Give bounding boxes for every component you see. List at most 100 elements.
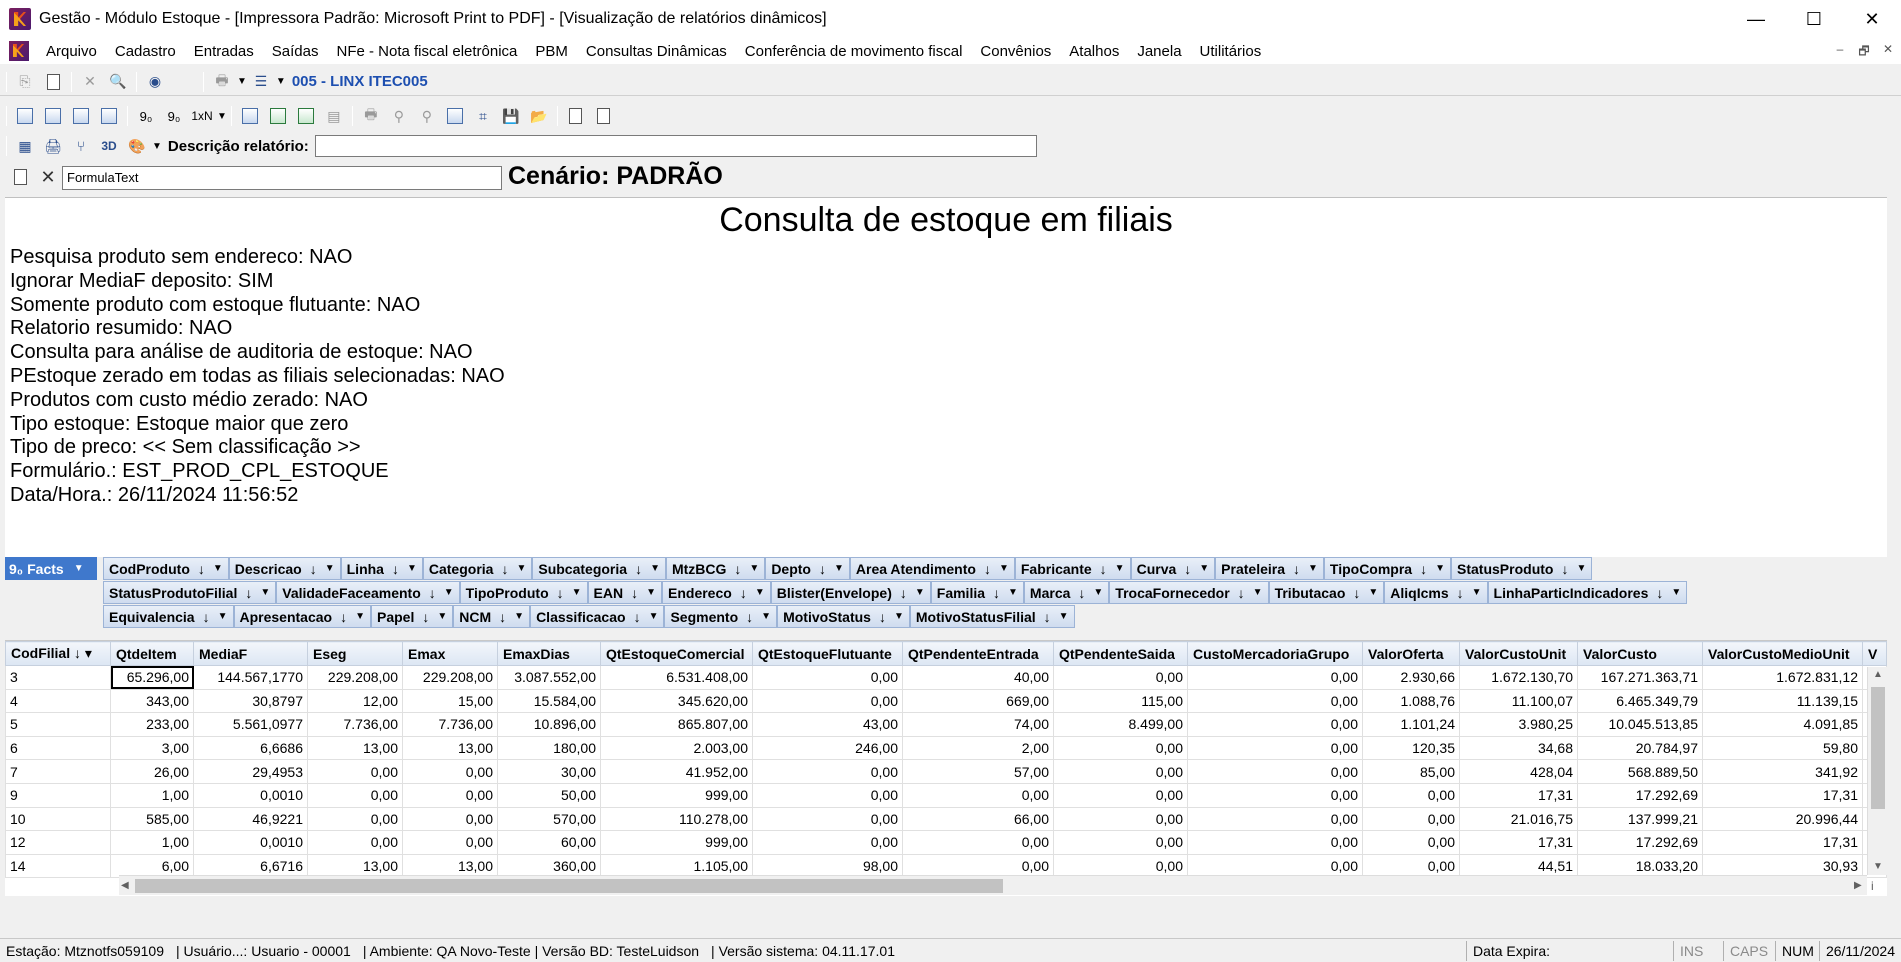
table-cell[interactable]: 0,00 — [1187, 830, 1363, 855]
filter-dropdown-icon[interactable]: ▼ — [1472, 587, 1482, 598]
table-cell[interactable]: 0,00 — [1362, 782, 1460, 808]
refresh-icon[interactable]: ◉ — [144, 71, 166, 93]
sort-arrow-icon[interactable]: ↓ — [993, 585, 1000, 601]
mdi-minimize-button[interactable]: – — [1831, 42, 1849, 63]
table-cell[interactable]: 7.736,00 — [307, 712, 403, 737]
table-cell[interactable]: 2.003,00 — [600, 735, 753, 761]
filter-dropdown-icon[interactable]: ▼ — [572, 587, 582, 598]
pivot-field[interactable]: Classificacao ↓ ▼ — [530, 605, 665, 628]
table-cell[interactable]: 0,00 — [402, 782, 498, 808]
facts-button[interactable]: 9₀ Facts ▼ — [5, 557, 97, 580]
table-cell[interactable]: 0,00 — [752, 806, 903, 832]
table-cell[interactable]: 0,00 — [1362, 806, 1460, 832]
sort-arrow-icon[interactable]: ↓ — [1293, 561, 1300, 577]
new-formula-icon[interactable] — [9, 166, 31, 188]
filter-dropdown-icon[interactable]: ▼ — [437, 611, 447, 622]
codfilial-cell[interactable]: 6 — [5, 735, 111, 761]
table-cell[interactable]: 1.088,76 — [1362, 688, 1460, 714]
tree-icon[interactable]: ⌗ — [472, 105, 494, 127]
filter-dropdown-icon[interactable]: ▼ — [514, 611, 524, 622]
sort-arrow-icon[interactable]: ↓ — [1561, 561, 1568, 577]
table-cell[interactable]: 41.952,00 — [600, 759, 753, 784]
pivot-field[interactable]: TipoProduto ↓ ▼ — [459, 581, 588, 604]
codfilial-cell[interactable]: 3 — [5, 665, 111, 690]
pivot-field[interactable]: Tributacao ↓ ▼ — [1268, 581, 1385, 604]
pivot-field[interactable]: Prateleira ↓ ▼ — [1215, 557, 1324, 580]
filter-clear-icon[interactable]: ⚲ — [416, 105, 438, 127]
column-header[interactable]: EmaxDias — [497, 641, 601, 666]
table-cell[interactable]: 10.045.513,85 — [1577, 712, 1703, 737]
table-row[interactable]: 10 585,00 46,9221 0,00 0,00 570,00 110.278,00 0… — [5, 806, 1887, 832]
table-cell[interactable]: 0,00 — [1187, 712, 1363, 737]
filter-dropdown-icon[interactable]: ▼ — [1435, 563, 1445, 574]
filter-dropdown-icon[interactable]: ▼ — [1253, 587, 1263, 598]
pivot-field[interactable]: Equivalencia ↓ ▼ — [103, 605, 234, 628]
menu-convenios[interactable]: Convênios — [971, 43, 1060, 60]
sort-arrow-icon[interactable]: ↓ — [198, 561, 205, 577]
column-header[interactable]: CustoMercadoriaGrupo — [1187, 641, 1363, 666]
table-cell[interactable]: 0,00 — [902, 782, 1054, 808]
pivot-field[interactable]: Fabricante ↓ ▼ — [1014, 557, 1131, 580]
app-menu-icon[interactable] — [9, 41, 29, 61]
filter-dropdown-icon[interactable]: ▼ — [1008, 587, 1018, 598]
descricao-input[interactable] — [314, 135, 1037, 157]
company-selector[interactable]: 005 - LINX ITEC005 — [292, 73, 428, 90]
table-cell[interactable]: 50,00 — [497, 782, 601, 808]
scroll-left-icon[interactable]: ◀ — [121, 880, 129, 891]
sort-arrow-icon[interactable]: ↓ — [203, 609, 210, 625]
table-cell[interactable]: 0,00 — [402, 806, 498, 832]
table-cell[interactable]: 0,00 — [402, 759, 498, 784]
column-header[interactable]: ValorCusto — [1577, 641, 1703, 666]
pivot-field[interactable]: Apresentacao ↓ ▼ — [233, 605, 371, 628]
filter-dropdown-icon[interactable]: ▼ — [749, 563, 759, 574]
column-header[interactable]: ValorCustoMedioUnit — [1702, 641, 1863, 666]
filter-dropdown-icon[interactable]: ▼ — [755, 587, 765, 598]
filter-dropdown-icon[interactable]: ▼ — [999, 563, 1009, 574]
minimize-button[interactable]: — — [1727, 0, 1785, 38]
sort-arrow-icon[interactable]: ↓ — [310, 561, 317, 577]
table-cell[interactable]: 0,00 — [1053, 759, 1188, 784]
pivot-field[interactable]: Area Atendimento ↓ ▼ — [849, 557, 1015, 580]
sort-arrow-icon[interactable]: ↓ — [501, 561, 508, 577]
table-cell[interactable]: 60,00 — [497, 830, 601, 855]
grid-rows-icon[interactable] — [42, 105, 64, 127]
table-cell[interactable]: 74,00 — [902, 712, 1054, 737]
one-by-n-dropdown-icon[interactable]: ▼ — [217, 111, 227, 122]
column-header[interactable]: QtPendenteSaida — [1053, 641, 1188, 666]
filter-dropdown-icon[interactable]: ▼ — [1368, 587, 1378, 598]
copy-icon[interactable]: ⎘ — [14, 71, 36, 93]
filter-dropdown-icon[interactable]: ▼ — [260, 587, 270, 598]
pivot-field[interactable]: Familia ↓ ▼ — [930, 581, 1024, 604]
table-cell[interactable]: 2,00 — [902, 735, 1054, 761]
menu-janela[interactable]: Janela — [1128, 43, 1190, 60]
table-row[interactable]: 5 233,00 5.561,0977 7.736,00 7.736,00 10.896,… — [5, 712, 1887, 737]
menu-arquivo[interactable]: Arquivo — [37, 43, 106, 60]
filter-dropdown-icon[interactable]: ▼ — [516, 563, 526, 574]
table-cell[interactable]: 229.208,00 — [402, 665, 498, 690]
pivot-field[interactable]: MotivoStatusFilial ↓ ▼ — [909, 605, 1075, 628]
table-row[interactable]: 9 1,00 0,0010 0,00 0,00 50,00 999,00 0,00 0,00 0,… — [5, 782, 1887, 808]
printer-icon[interactable]: 🖨 — [42, 135, 64, 157]
menu-pbm[interactable]: PBM — [526, 43, 577, 60]
table-cell[interactable]: 13,00 — [402, 735, 498, 761]
hierarchy-icon[interactable]: ⑂ — [70, 135, 92, 157]
pivot-field[interactable]: TrocaFornecedor ↓ ▼ — [1109, 581, 1269, 604]
table-cell[interactable]: 0,00 — [1187, 759, 1363, 784]
table-cell[interactable]: 137.999,21 — [1577, 806, 1703, 832]
export-icon[interactable] — [239, 105, 261, 127]
column-header[interactable]: QtEstoqueFlutuante — [752, 641, 903, 666]
table-cell[interactable]: 0,00 — [307, 830, 403, 855]
filter-dropdown-icon[interactable]: ▼ — [1059, 611, 1069, 622]
table-cell[interactable]: 17,31 — [1702, 782, 1863, 808]
one-by-n-icon[interactable]: 1xN — [191, 105, 213, 127]
list-icon[interactable]: ☰ — [250, 71, 272, 93]
table-cell[interactable]: 20.784,97 — [1577, 735, 1703, 761]
table-cell[interactable]: 999,00 — [600, 830, 753, 855]
table-cell[interactable]: 341,92 — [1702, 759, 1863, 784]
pivot-field[interactable]: Categoria ↓ ▼ — [422, 557, 533, 580]
table-cell[interactable]: 0,00 — [902, 830, 1054, 855]
filter-dropdown-icon[interactable]: ▼ — [325, 563, 335, 574]
vertical-scrollbar[interactable]: ▲ ▼ — [1867, 667, 1887, 875]
table-cell[interactable]: 428,04 — [1459, 759, 1578, 784]
filter-dropdown-icon[interactable]: ▼ — [761, 611, 771, 622]
